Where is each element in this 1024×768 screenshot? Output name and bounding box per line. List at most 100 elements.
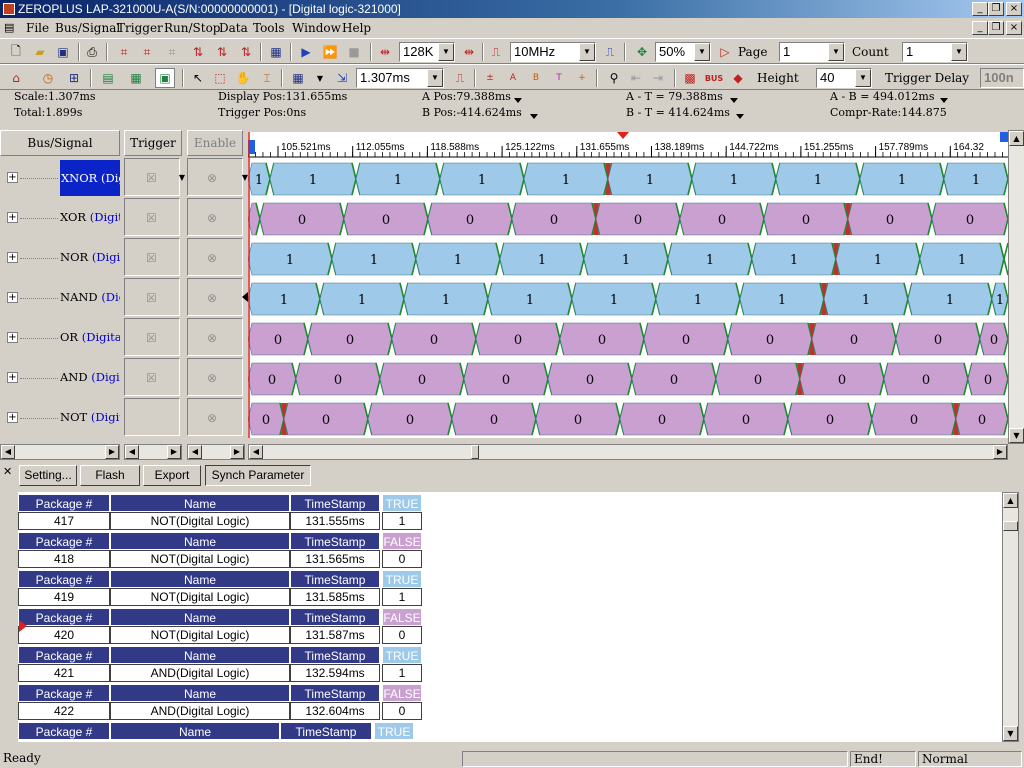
expand-icon[interactable]: +: [7, 172, 18, 183]
trigger-set-icon[interactable]: ⌗: [114, 42, 134, 62]
expand-icon[interactable]: +: [7, 252, 18, 263]
doc-icon[interactable]: ▤: [4, 21, 14, 34]
expand-icon[interactable]: +: [7, 212, 18, 223]
signal-row[interactable]: + NOR (Digital Logic): [0, 238, 120, 278]
height-select[interactable]: 40 ▼: [816, 68, 872, 88]
trigger-cell[interactable]: ☒: [124, 238, 180, 276]
cursor-t-icon[interactable]: ⇅: [236, 42, 256, 62]
trigger-cell[interactable]: ☒: [124, 318, 180, 356]
open-folder-icon[interactable]: ▰: [30, 42, 50, 62]
clock-icon[interactable]: ◷: [38, 68, 58, 88]
memory-depth-select[interactable]: 128K ▼: [399, 42, 455, 62]
home-icon[interactable]: ⌂: [6, 68, 26, 88]
close-icon[interactable]: ✕: [3, 465, 12, 478]
signal-row[interactable]: + AND (Digital Logic): [0, 358, 120, 398]
trigger-cell[interactable]: ☒: [124, 278, 180, 316]
signal-hscroll[interactable]: ◀ ▶: [0, 444, 120, 460]
trigger-cell[interactable]: [124, 398, 180, 436]
sample-rate-select[interactable]: 10MHz ▼: [510, 42, 596, 62]
trigger-delay-input[interactable]: 100n: [980, 68, 1024, 88]
run-icon[interactable]: ▶: [296, 42, 316, 62]
enable-cell[interactable]: ⊗ ▼: [187, 158, 248, 196]
signal-name[interactable]: NAND (Digital Logic): [60, 290, 120, 304]
doc-restore-button[interactable]: ❐: [988, 21, 1004, 35]
menu-data[interactable]: Data: [219, 21, 248, 35]
a-pos-dropdown[interactable]: [514, 93, 522, 106]
b-minus-t-dropdown[interactable]: [736, 109, 744, 122]
trigger-cell[interactable]: ☒: [124, 198, 180, 236]
search-next-icon[interactable]: ⇥: [648, 68, 668, 88]
menu-run-stop[interactable]: Run/Stop: [164, 21, 220, 35]
signal-name[interactable]: XOR (Digital Logic): [60, 210, 120, 224]
search-prev-icon[interactable]: ⇤: [626, 68, 646, 88]
zoom-select[interactable]: 50% ▼: [655, 42, 711, 62]
packet-vscroll-thumb[interactable]: [1003, 521, 1018, 531]
signal-row[interactable]: + XOR (Digital Logic): [0, 198, 120, 238]
flash-button[interactable]: Flash: [80, 465, 140, 486]
waveform-hscroll-thumb[interactable]: [471, 445, 479, 459]
bus-icon[interactable]: ▦: [288, 68, 308, 88]
binoculars-icon[interactable]: ⚲: [604, 68, 624, 88]
signal-name[interactable]: XNOR (Digital Logic): [60, 160, 120, 196]
a-minus-b-dropdown[interactable]: [940, 93, 948, 106]
enable-cell[interactable]: ⊗: [187, 278, 243, 316]
chevron-down-icon[interactable]: ▼: [427, 69, 443, 87]
count-select[interactable]: 1 ▼: [902, 42, 968, 62]
new-file-icon[interactable]: 🗋: [6, 42, 26, 62]
bar-add-icon[interactable]: +: [572, 68, 592, 88]
signal-name[interactable]: NOR (Digital Logic): [60, 250, 120, 264]
memory-split-icon[interactable]: ⇹: [459, 42, 479, 62]
b-pos-dropdown[interactable]: [530, 109, 538, 122]
color-icon[interactable]: ◆: [728, 68, 748, 88]
bar-icon[interactable]: ±: [480, 68, 500, 88]
grid-view-icon[interactable]: ▦: [126, 68, 146, 88]
expand-icon[interactable]: +: [7, 332, 18, 343]
stop-icon[interactable]: ■: [344, 42, 364, 62]
expand-icon[interactable]: +: [7, 292, 18, 303]
waveform-hscroll[interactable]: ◀ ▶: [248, 444, 1008, 460]
doc-close-button[interactable]: ×: [1006, 21, 1022, 35]
filter-icon[interactable]: ⎍: [450, 68, 470, 88]
menu-trigger[interactable]: Trigger: [117, 21, 163, 35]
export-button[interactable]: Export: [143, 465, 201, 486]
setting-button[interactable]: Setting...: [19, 465, 77, 486]
synch-parameter-button[interactable]: Synch Parameter: [205, 465, 311, 486]
enable-cell[interactable]: ⊗: [187, 238, 243, 276]
trigger-clear-icon[interactable]: ⌗: [162, 42, 182, 62]
menu-window[interactable]: Window: [292, 21, 341, 35]
network-icon[interactable]: ⊞: [64, 68, 84, 88]
signal-name[interactable]: NOT (Digital Logic): [60, 410, 120, 424]
enable-hscroll[interactable]: ◀ ▶: [187, 444, 245, 460]
signal-row[interactable]: + NOT (Digital Logic): [0, 398, 120, 438]
close-button[interactable]: ×: [1006, 2, 1022, 16]
list-view-icon[interactable]: ▤: [98, 68, 118, 88]
signal-row[interactable]: + NAND (Digital Logic): [0, 278, 120, 318]
chevron-down-icon[interactable]: ▼: [855, 69, 871, 87]
chevron-down-icon[interactable]: ▼: [951, 43, 967, 61]
enable-column-header[interactable]: Enable: [187, 130, 243, 156]
zoom-icon[interactable]: ✥: [632, 42, 652, 62]
enable-cell[interactable]: ⊗: [187, 198, 243, 236]
pointer-icon[interactable]: ↖: [188, 68, 208, 88]
enable-cell[interactable]: ⊗: [187, 398, 243, 436]
chevron-down-icon[interactable]: ▼: [579, 43, 595, 61]
expand-icon[interactable]: +: [7, 412, 18, 423]
ruler-icon[interactable]: ⌶: [257, 68, 277, 88]
scale-select[interactable]: 1.307ms ▼: [356, 68, 444, 88]
clock-external-icon[interactable]: ⎍: [600, 42, 620, 62]
hand-icon[interactable]: ✋: [233, 68, 253, 88]
page-select[interactable]: 1 ▼: [779, 42, 845, 62]
menu-file[interactable]: File: [26, 21, 49, 35]
cursor-a-icon[interactable]: ⇅: [188, 42, 208, 62]
waveform-vscroll[interactable]: ▲ ▼: [1008, 130, 1024, 444]
menu-help[interactable]: Help: [342, 21, 371, 35]
calculator-icon[interactable]: ▩: [680, 68, 700, 88]
bar-b-icon[interactable]: B: [526, 68, 546, 88]
trigger-cell[interactable]: ☒ ▼: [124, 158, 185, 196]
signal-name[interactable]: OR (Digital Logic): [60, 330, 120, 344]
trigger-hscroll[interactable]: ◀ ▶: [124, 444, 182, 460]
chevron-down-icon[interactable]: ▼: [694, 43, 710, 61]
select-icon[interactable]: ⬚: [210, 68, 230, 88]
save-icon[interactable]: ▣: [53, 42, 73, 62]
expand-icon[interactable]: +: [7, 372, 18, 383]
